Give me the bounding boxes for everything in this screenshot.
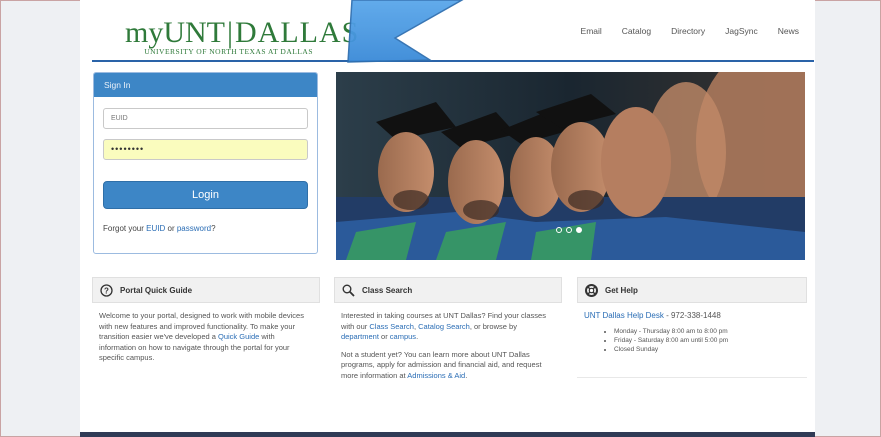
footer-bar [80, 432, 815, 437]
class-search-title: Class Search [362, 285, 413, 295]
catalog-search-link[interactable]: Catalog Search [418, 322, 470, 331]
class-search-link[interactable]: Class Search [369, 322, 414, 331]
quick-guide-body: Welcome to your portal, designed to work… [99, 311, 304, 362]
sign-in-panel: Sign In •••••••• Login Forgot your EUID … [93, 72, 318, 254]
logo-separator: | [227, 16, 234, 49]
carousel-dot-1[interactable] [556, 227, 562, 233]
hero-carousel[interactable] [336, 72, 805, 260]
carousel-dots [556, 227, 582, 233]
nav-catalog[interactable]: Catalog [622, 26, 651, 36]
portal-page: myUNT|DALLAS UNIVERSITY OF NORTH TEXAS A… [80, 0, 815, 437]
help-desk-link[interactable]: UNT Dallas Help Desk [584, 311, 664, 320]
login-button[interactable]: Login [103, 181, 308, 209]
get-help-title: Get Help [605, 285, 638, 295]
help-desk-phone: - 972-338-1448 [663, 311, 721, 320]
class-search-body: Interested in taking courses at UNT Dall… [341, 311, 546, 380]
search-icon [342, 284, 355, 297]
admissions-aid-link[interactable]: Admissions & Aid [407, 371, 465, 380]
carousel-dot-2[interactable] [566, 227, 572, 233]
forgot-credentials: Forgot your EUID or password? [103, 224, 216, 233]
forgot-password-link[interactable]: password [177, 224, 211, 233]
panel-divider [577, 377, 807, 378]
nav-email[interactable]: Email [581, 26, 602, 36]
help-hours-list: Monday - Thursday 8:00 am to 8:00 pm Fri… [584, 327, 800, 354]
nav-jagsync[interactable]: JagSync [725, 26, 758, 36]
logo-subtitle: UNIVERSITY OF NORTH TEXAS AT DALLAS [144, 47, 313, 56]
list-item: Monday - Thursday 8:00 am to 8:00 pm [614, 327, 800, 336]
header-divider [92, 60, 814, 62]
portal-quick-guide-panel: ? Portal Quick Guide Welcome to your por… [92, 277, 320, 372]
question-circle-icon: ? [100, 283, 113, 297]
nav-news[interactable]: News [778, 26, 799, 36]
logo-myunt: myUNT [125, 16, 225, 49]
carousel-dot-3[interactable] [576, 227, 582, 233]
quick-guide-link[interactable]: Quick Guide [218, 332, 259, 341]
top-nav: Email Catalog Directory JagSync News [581, 26, 799, 36]
get-help-panel: Get Help UNT Dallas Help Desk - 972-338-… [577, 277, 807, 378]
quick-guide-title: Portal Quick Guide [120, 285, 193, 295]
forgot-euid-link[interactable]: EUID [146, 224, 165, 233]
password-input[interactable]: •••••••• [103, 139, 308, 160]
class-search-panel: Class Search Interested in taking course… [334, 277, 562, 389]
myunt-dallas-logo[interactable]: myUNT|DALLAS UNIVERSITY OF NORTH TEXAS A… [125, 16, 358, 57]
logo-dallas: DALLAS [235, 16, 360, 49]
department-link[interactable]: department [341, 332, 379, 341]
campus-link[interactable]: campus [390, 332, 416, 341]
svg-text:?: ? [104, 286, 109, 295]
list-item: Friday - Saturday 8:00 am until 5:00 pm [614, 336, 800, 345]
sign-in-title: Sign In [94, 73, 317, 97]
list-item: Closed Sunday [614, 345, 800, 354]
lifebuoy-icon [585, 283, 598, 297]
get-help-body: UNT Dallas Help Desk - 972-338-1448 Mond… [577, 303, 807, 362]
nav-directory[interactable]: Directory [671, 26, 705, 36]
euid-input[interactable] [103, 108, 308, 129]
